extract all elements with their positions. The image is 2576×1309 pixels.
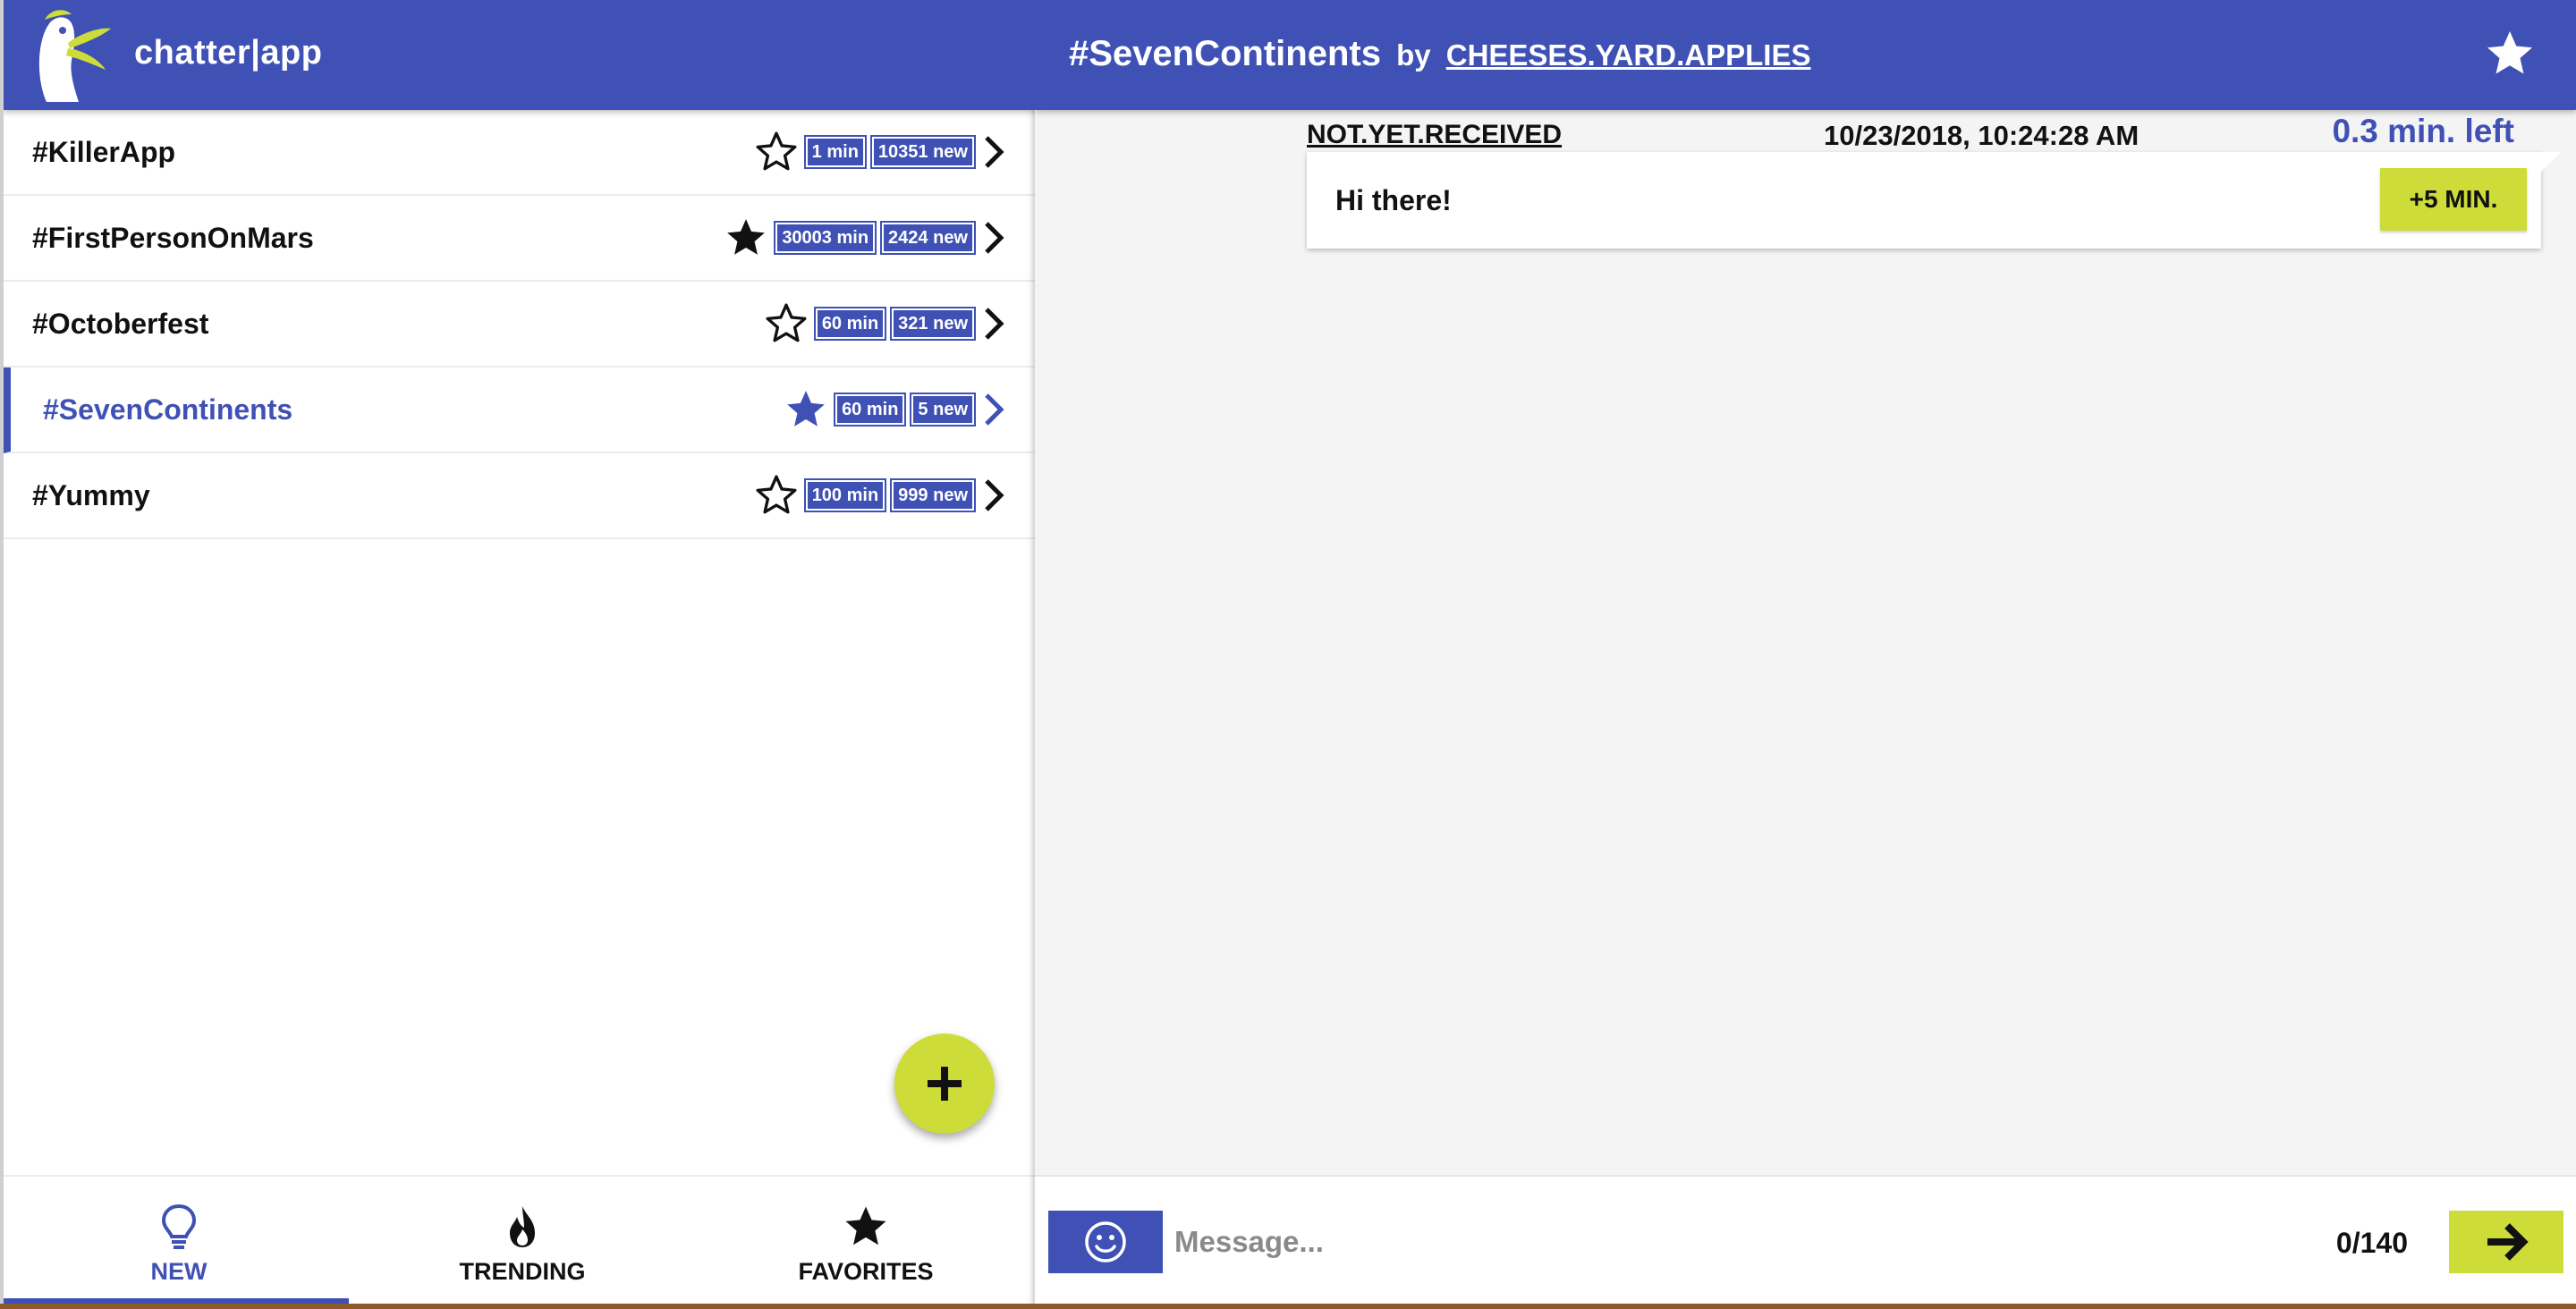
tab-label: FAVORITES [798,1257,934,1285]
channel-meta: 30003 min 2424 new [724,196,1008,280]
channel-row[interactable]: #Octoberfest 60 min 321 new [4,282,1035,367]
compose-bar: 0/140 [1035,1175,2576,1309]
chevron-right-icon[interactable] [981,132,1008,172]
chevron-right-icon[interactable] [981,218,1008,258]
lightbulb-icon [161,1203,197,1249]
extend-time-button[interactable]: +5 MIN. [2380,168,2527,231]
channel-name: #KillerApp [32,135,176,168]
chevron-right-icon[interactable] [981,304,1008,343]
new-count-badge: 321 new [890,307,976,341]
plus-icon [928,1067,962,1101]
duration-badge: 100 min [803,478,887,512]
tab-label: NEW [150,1257,208,1285]
channel-name: #SevenContinents [43,393,293,426]
bottom-nav: NEW TRENDING FAVORITES [4,1175,1035,1309]
message-input[interactable] [1174,1212,2248,1271]
channel-list: #KillerApp 1 min 10351 new #FirstPersonOnMa… [4,110,1035,539]
duration-badge: 1 min [803,135,867,169]
window-bottom-edge [0,1304,2576,1309]
chat-header: #SevenContinents by CHEESES.YARD.APPLIES [1035,0,2576,110]
new-count-badge: 10351 new [869,135,977,169]
new-count-badge: 5 new [910,393,976,426]
star-outline-icon[interactable] [764,301,809,346]
channel-sidebar: chatter|app #KillerApp 1 min 10351 new #Fir… [0,0,1035,1309]
new-count-badge: 2424 new [880,221,976,255]
message-status: NOT.YET.RECEIVED [1307,120,1563,149]
star-icon [845,1206,886,1245]
channel-name: #FirstPersonOnMars [32,221,314,254]
tab-favorites[interactable]: FAVORITES [694,1177,1035,1309]
channel-row[interactable]: #KillerApp 1 min 10351 new [4,110,1035,196]
channel-row[interactable]: #SevenContinents 60 min 5 new [4,367,1035,453]
arrow-right-icon [2487,1223,2529,1261]
chat-title: #SevenContinents by CHEESES.YARD.APPLIES [1069,34,1810,74]
tab-new[interactable]: NEW [7,1177,351,1309]
chevron-right-icon[interactable] [981,390,1008,429]
app-title: chatter|app [134,34,323,72]
char-counter: 0/140 [2335,1227,2408,1259]
channel-meta: 60 min 5 new [784,367,1008,452]
message-card: Hi there! +5 MIN. [1307,152,2561,249]
add-channel-button[interactable] [894,1034,995,1134]
fire-icon [510,1205,535,1247]
duration-badge: 60 min [834,393,907,426]
channel-row[interactable]: #Yummy 100 min 999 new [4,453,1035,539]
star-filled-icon[interactable] [724,215,768,260]
channel-meta: 1 min 10351 new [754,110,1008,194]
chat-author-link[interactable]: CHEESES.YARD.APPLIES [1446,38,1811,72]
tab-label: TRENDING [459,1257,586,1285]
chevron-right-icon[interactable] [981,476,1008,515]
smiley-icon [1085,1221,1126,1263]
message-time-left: 0.3 min. left [2332,113,2514,149]
bird-logo-icon [38,10,111,102]
star-outline-icon[interactable] [754,473,799,518]
send-button[interactable] [2449,1211,2563,1273]
duration-badge: 30003 min [774,221,877,255]
star-filled-icon[interactable] [784,387,828,432]
channel-meta: 100 min 999 new [754,453,1008,537]
tab-trending[interactable]: TRENDING [351,1177,694,1309]
channel-row[interactable]: #FirstPersonOnMars 30003 min 2424 new [4,196,1035,282]
message-text: Hi there! [1335,184,1452,216]
emoji-button[interactable] [1048,1211,1163,1273]
channel-name: #Octoberfest [32,307,209,340]
sidebar-header: chatter|app [4,0,1035,110]
favorite-star-icon[interactable] [2483,27,2537,80]
channel-meta: 60 min 321 new [764,282,1008,366]
star-outline-icon[interactable] [754,130,799,174]
duration-badge: 60 min [813,307,887,341]
channel-name: #Yummy [32,478,150,511]
chat-channel-name: #SevenContinents [1069,34,1381,73]
chat-by-label: by [1396,38,1431,72]
message-meta: NOT.YET.RECEIVED 10/23/2018, 10:24:28 AM… [1307,113,2514,152]
message-timestamp: 10/23/2018, 10:24:28 AM [1824,120,2140,151]
new-count-badge: 999 new [890,478,976,512]
chat-pane: #SevenContinents by CHEESES.YARD.APPLIES… [1035,0,2576,1309]
